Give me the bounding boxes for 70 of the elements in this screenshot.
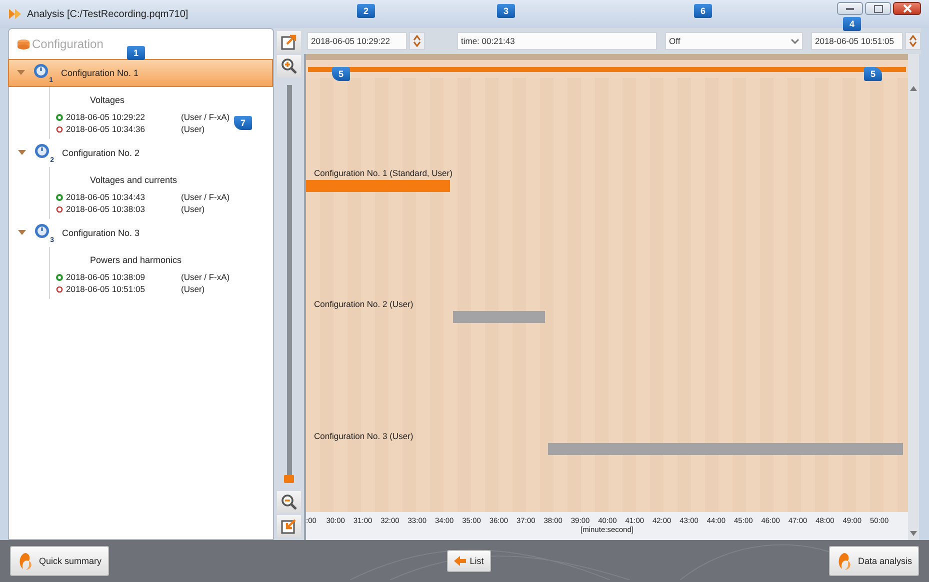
callout-marker: 6: [694, 4, 712, 18]
timestamp: 2018-06-05 10:38:03: [66, 204, 146, 214]
measurement-group: Voltages and currents: [50, 171, 273, 191]
mode-label: (User): [181, 204, 205, 214]
callout-marker: 3: [497, 4, 515, 18]
callout-marker: 1: [127, 46, 145, 60]
mode-label: (User / F-xA): [181, 112, 230, 122]
import-button[interactable]: [277, 515, 301, 537]
start-dot-icon: [56, 194, 63, 200]
export-button[interactable]: [277, 31, 301, 53]
timestamp: 2018-06-05 10:38:09: [66, 272, 146, 282]
mode-dropdown[interactable]: Off: [665, 32, 803, 50]
mode-label: (User / F-xA): [181, 272, 230, 282]
spin-button[interactable]: [409, 32, 425, 50]
measurement-group: Powers and harmonics: [50, 251, 273, 271]
close-button[interactable]: [893, 2, 921, 15]
timeline-label: Configuration No. 2 (User): [314, 299, 414, 310]
quick-summary-button[interactable]: Quick summary: [10, 546, 109, 576]
end-time-field[interactable]: 2018-06-05 10:51:05: [811, 32, 903, 50]
duration-field: time: 00:21:43: [457, 32, 657, 50]
minimize-button[interactable]: [837, 2, 863, 15]
stop-dot-icon: [56, 126, 63, 132]
back-arrow-icon: [454, 556, 466, 566]
zoom-in-button[interactable]: [277, 55, 301, 77]
zoom-out-button[interactable]: [277, 491, 301, 513]
timestamp: 2018-06-05 10:51:05: [66, 284, 146, 294]
start-dot-icon: [56, 114, 63, 120]
app-logo-icon: [8, 8, 22, 20]
range-slider[interactable]: [308, 66, 906, 72]
measurement-group: Voltages: [50, 91, 273, 111]
window-title: Analysis [C:/TestRecording.pqm710]: [27, 8, 188, 20]
callout-marker: 7: [234, 116, 252, 130]
up-down-arrows-icon: [909, 35, 917, 47]
minimize-icon: [846, 7, 854, 10]
timestamp: 2018-06-05 10:34:43: [66, 192, 146, 202]
expander-icon[interactable]: [18, 150, 26, 156]
list-button[interactable]: List: [446, 550, 491, 572]
close-icon: [902, 4, 912, 13]
callout-marker: 5: [332, 67, 350, 81]
gauge-icon: [33, 63, 51, 81]
gauge-icon: [34, 143, 52, 161]
spin-button[interactable]: [905, 32, 921, 50]
maximize-button[interactable]: [865, 2, 891, 15]
database-icon: [17, 38, 30, 50]
callout-marker: 5: [864, 67, 882, 81]
timeline-label: Configuration No. 3 (User): [314, 430, 414, 441]
start-dot-icon: [56, 274, 63, 280]
mode-label: (User): [181, 124, 205, 134]
callout-marker: 4: [843, 17, 861, 31]
callout-marker: 2: [357, 4, 375, 18]
zoom-slider-thumb[interactable]: [284, 475, 294, 483]
scroll-down-icon[interactable]: [910, 531, 917, 536]
timestamp: 2018-06-05 10:34:36: [66, 124, 146, 134]
expander-icon[interactable]: [18, 230, 26, 236]
mode-label: (User / F-xA): [181, 192, 230, 202]
dropdown-caret-icon: [791, 38, 799, 44]
stop-dot-icon: [56, 286, 63, 292]
gauge-icon: [34, 223, 52, 241]
timeline-label: Configuration No. 1 (Standard, User): [314, 168, 452, 178]
data-analysis-button[interactable]: Data analysis: [828, 546, 919, 576]
expander-icon[interactable]: [17, 70, 25, 76]
mode-label: (User): [181, 284, 205, 294]
vertical-scrollbar[interactable]: [908, 54, 919, 540]
timestamp: 2018-06-05 10:29:22: [66, 112, 146, 122]
scroll-up-icon[interactable]: [910, 86, 917, 91]
maximize-icon: [874, 4, 882, 12]
up-down-arrows-icon: [413, 35, 421, 47]
panel-header: Configuration: [32, 37, 104, 51]
stop-dot-icon: [56, 206, 63, 212]
start-time-field[interactable]: 2018-06-05 10:29:22: [307, 32, 407, 50]
